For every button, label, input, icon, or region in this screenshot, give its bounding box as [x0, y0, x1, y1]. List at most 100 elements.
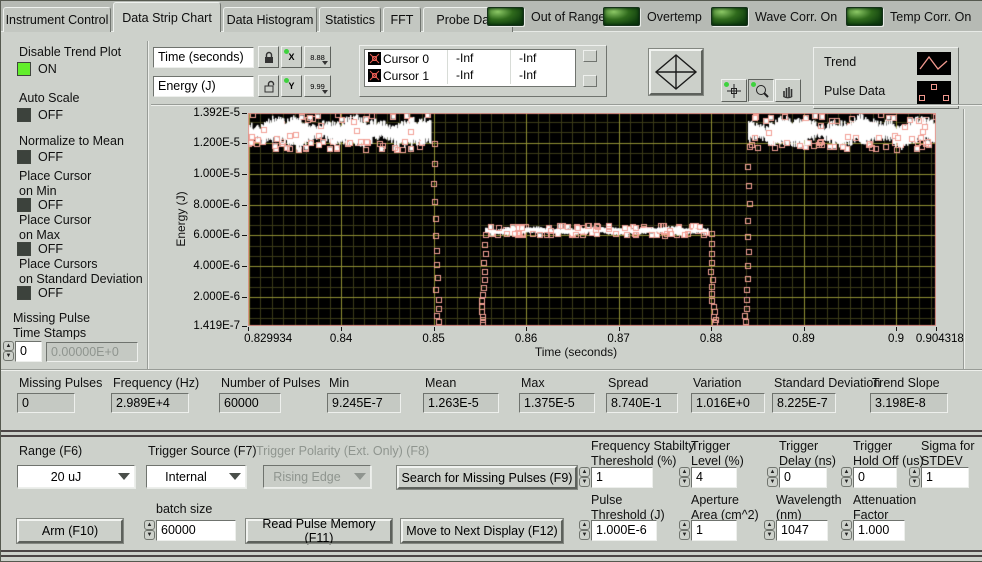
- tab-statistics[interactable]: Statistics: [319, 7, 381, 32]
- spinner-up-icon[interactable]: ▲: [841, 467, 852, 477]
- spinner-down-icon[interactable]: ▼: [679, 530, 690, 540]
- sigma-stdev-stepper[interactable]: ▲▼: [909, 467, 920, 488]
- toggle-label-normalize-to-mean: Normalize to Mean: [19, 134, 124, 149]
- y-scale-lock-button[interactable]: [258, 75, 279, 97]
- trigger-hold-off-field[interactable]: 0: [853, 467, 897, 488]
- spinner-down-icon[interactable]: ▼: [841, 530, 852, 540]
- trigger-polarity-dropdown: Rising Edge: [263, 465, 371, 488]
- spinner-up-icon[interactable]: ▲: [3, 341, 14, 351]
- missing-pulse-index-field[interactable]: 0: [15, 341, 42, 362]
- cursor-y-value: -Inf: [510, 67, 573, 84]
- cursor-scroll-up-button[interactable]: [583, 50, 597, 62]
- toggle-led-auto-scale[interactable]: [17, 108, 31, 122]
- x-tick-mark: [896, 327, 897, 331]
- strip-chart-plot[interactable]: [248, 113, 936, 326]
- pulse-threshold-stepper[interactable]: ▲▼: [579, 520, 590, 541]
- trigger-level-stepper[interactable]: ▲▼: [679, 467, 690, 488]
- divider: [1, 555, 982, 557]
- trigger-delay-field[interactable]: 0: [779, 467, 827, 488]
- arm-button[interactable]: Arm (F10): [17, 519, 123, 543]
- pulse-threshold-field[interactable]: 1.000E-6: [591, 520, 657, 541]
- trigger-delay-stepper[interactable]: ▲▼: [767, 467, 778, 488]
- dropdown-arrow-icon: [350, 466, 370, 487]
- divider: [963, 109, 965, 371]
- cursor-list[interactable]: Cursor 0 -Inf -Inf Cursor 1 -Inf -Inf: [364, 49, 576, 87]
- spinner-down-icon[interactable]: ▼: [144, 530, 155, 540]
- spinner-up-icon[interactable]: ▲: [579, 520, 590, 530]
- spinner-up-icon[interactable]: ▲: [841, 520, 852, 530]
- pulse-data-marker-icon[interactable]: [917, 81, 951, 104]
- attenuation-factor-stepper[interactable]: ▲▼: [841, 520, 852, 541]
- toggle-led-place-cursor-min[interactable]: [17, 198, 31, 212]
- sigma-stdev-field[interactable]: 1: [921, 467, 969, 488]
- spinner-up-icon[interactable]: ▲: [679, 467, 690, 477]
- spinner-up-icon[interactable]: ▲: [144, 520, 155, 530]
- aperture-area-field[interactable]: 1: [691, 520, 737, 541]
- toggle-led-place-cursors-stddev[interactable]: [17, 286, 31, 300]
- pan-tool-button[interactable]: [775, 79, 801, 102]
- read-pulse-memory-button[interactable]: Read Pulse Memory (F11): [246, 519, 392, 543]
- toggle-label-disable-trend-plot: Disable Trend Plot: [19, 45, 121, 60]
- missing-pulse-index-stepper[interactable]: ▲ ▼: [3, 341, 14, 362]
- spinner-down-icon[interactable]: ▼: [679, 477, 690, 487]
- tab-label: FFT: [391, 13, 414, 27]
- search-missing-pulses-button[interactable]: Search for Missing Pulses (F9): [397, 466, 577, 489]
- tab-instrument-control[interactable]: Instrument Control: [3, 7, 111, 32]
- y-axis-name-box[interactable]: Energy (J): [153, 76, 254, 97]
- toggle-led-normalize-to-mean[interactable]: [17, 150, 31, 164]
- range-label: Range (F6): [19, 444, 82, 459]
- trend-line-icon[interactable]: [917, 52, 951, 75]
- cursor-tool-button[interactable]: [721, 79, 747, 102]
- spinner-up-icon[interactable]: ▲: [579, 467, 590, 477]
- cursor-row-1[interactable]: Cursor 1 -Inf -Inf: [365, 67, 575, 84]
- trigger-hold-off-stepper[interactable]: ▲▼: [841, 467, 852, 488]
- frequency-stability-field[interactable]: 1: [591, 467, 653, 488]
- dropdown-arrow-icon: [114, 466, 134, 487]
- spinner-down-icon[interactable]: ▼: [579, 530, 590, 540]
- spinner-up-icon[interactable]: ▲: [679, 520, 690, 530]
- wavelength-field[interactable]: 1047: [776, 520, 828, 541]
- cursor-marker-icon: [365, 69, 383, 82]
- tab-fft[interactable]: FFT: [383, 7, 421, 32]
- graph-navigation-button[interactable]: [649, 49, 703, 95]
- zoom-tool-button[interactable]: [748, 79, 774, 102]
- aperture-area-stepper[interactable]: ▲▼: [679, 520, 690, 541]
- cursor-row-0[interactable]: Cursor 0 -Inf -Inf: [365, 50, 575, 67]
- x-scale-lock-button[interactable]: [258, 46, 279, 68]
- trigger-source-label: Trigger Source (F7): [148, 444, 257, 459]
- range-dropdown[interactable]: 20 uJ: [17, 465, 135, 488]
- temp-corr-label: Temp Corr. On: [890, 10, 971, 25]
- x-autoscale-button[interactable]: X: [281, 46, 302, 68]
- frequency-stability-stepper[interactable]: ▲▼: [579, 467, 590, 488]
- attenuation-factor-field[interactable]: 1.000: [853, 520, 905, 541]
- trigger-source-dropdown[interactable]: Internal: [146, 465, 246, 488]
- spinner-down-icon[interactable]: ▼: [579, 477, 590, 487]
- tab-data-histogram[interactable]: Data Histogram: [223, 7, 317, 32]
- trigger-level-field[interactable]: 4: [691, 467, 737, 488]
- spinner-down-icon[interactable]: ▼: [909, 477, 920, 487]
- batch-size-label: batch size: [156, 502, 212, 517]
- spinner-down-icon[interactable]: ▼: [767, 477, 778, 487]
- spinner-up-icon[interactable]: ▲: [909, 467, 920, 477]
- wavelength-stepper[interactable]: ▲▼: [764, 520, 775, 541]
- legend-trend-label[interactable]: Trend: [824, 55, 856, 70]
- spinner-down-icon[interactable]: ▼: [764, 530, 775, 540]
- toggle-led-disable-trend-plot[interactable]: [17, 62, 31, 76]
- legend-pulse-data-label[interactable]: Pulse Data: [824, 84, 885, 99]
- move-next-display-button[interactable]: Move to Next Display (F12): [401, 519, 563, 543]
- toggle-led-place-cursor-max[interactable]: [17, 242, 31, 256]
- y-autoscale-button[interactable]: Y: [281, 75, 302, 97]
- batch-size-field[interactable]: 60000: [156, 520, 236, 541]
- y-tick-mark: [242, 297, 247, 298]
- spinner-up-icon[interactable]: ▲: [764, 520, 775, 530]
- cursor-scroll-down-button[interactable]: [583, 75, 597, 87]
- spinner-down-icon[interactable]: ▼: [841, 477, 852, 487]
- x-axis-name-box[interactable]: Time (seconds): [153, 47, 254, 68]
- spinner-down-icon[interactable]: ▼: [3, 351, 14, 361]
- x-tick-label: 0.904318: [916, 333, 964, 345]
- batch-size-stepper[interactable]: ▲▼: [144, 520, 155, 541]
- spinner-up-icon[interactable]: ▲: [767, 467, 778, 477]
- x-format-button[interactable]: 8.88: [304, 46, 331, 68]
- y-format-button[interactable]: 9.99: [304, 75, 331, 97]
- tab-data-strip-chart[interactable]: Data Strip Chart: [113, 2, 221, 32]
